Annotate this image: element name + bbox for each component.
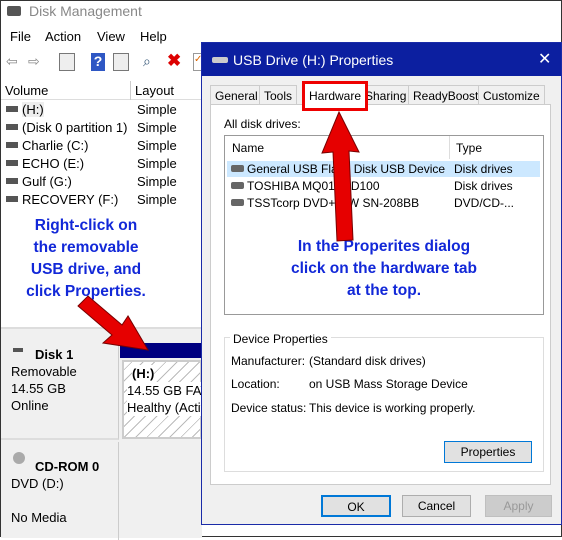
annotation-arrows (77, 110, 360, 351)
arrow-to-hardware-tab (321, 110, 360, 242)
tab-hardware[interactable]: Hardware (302, 81, 369, 111)
arrow-to-usb-partition (77, 295, 149, 351)
